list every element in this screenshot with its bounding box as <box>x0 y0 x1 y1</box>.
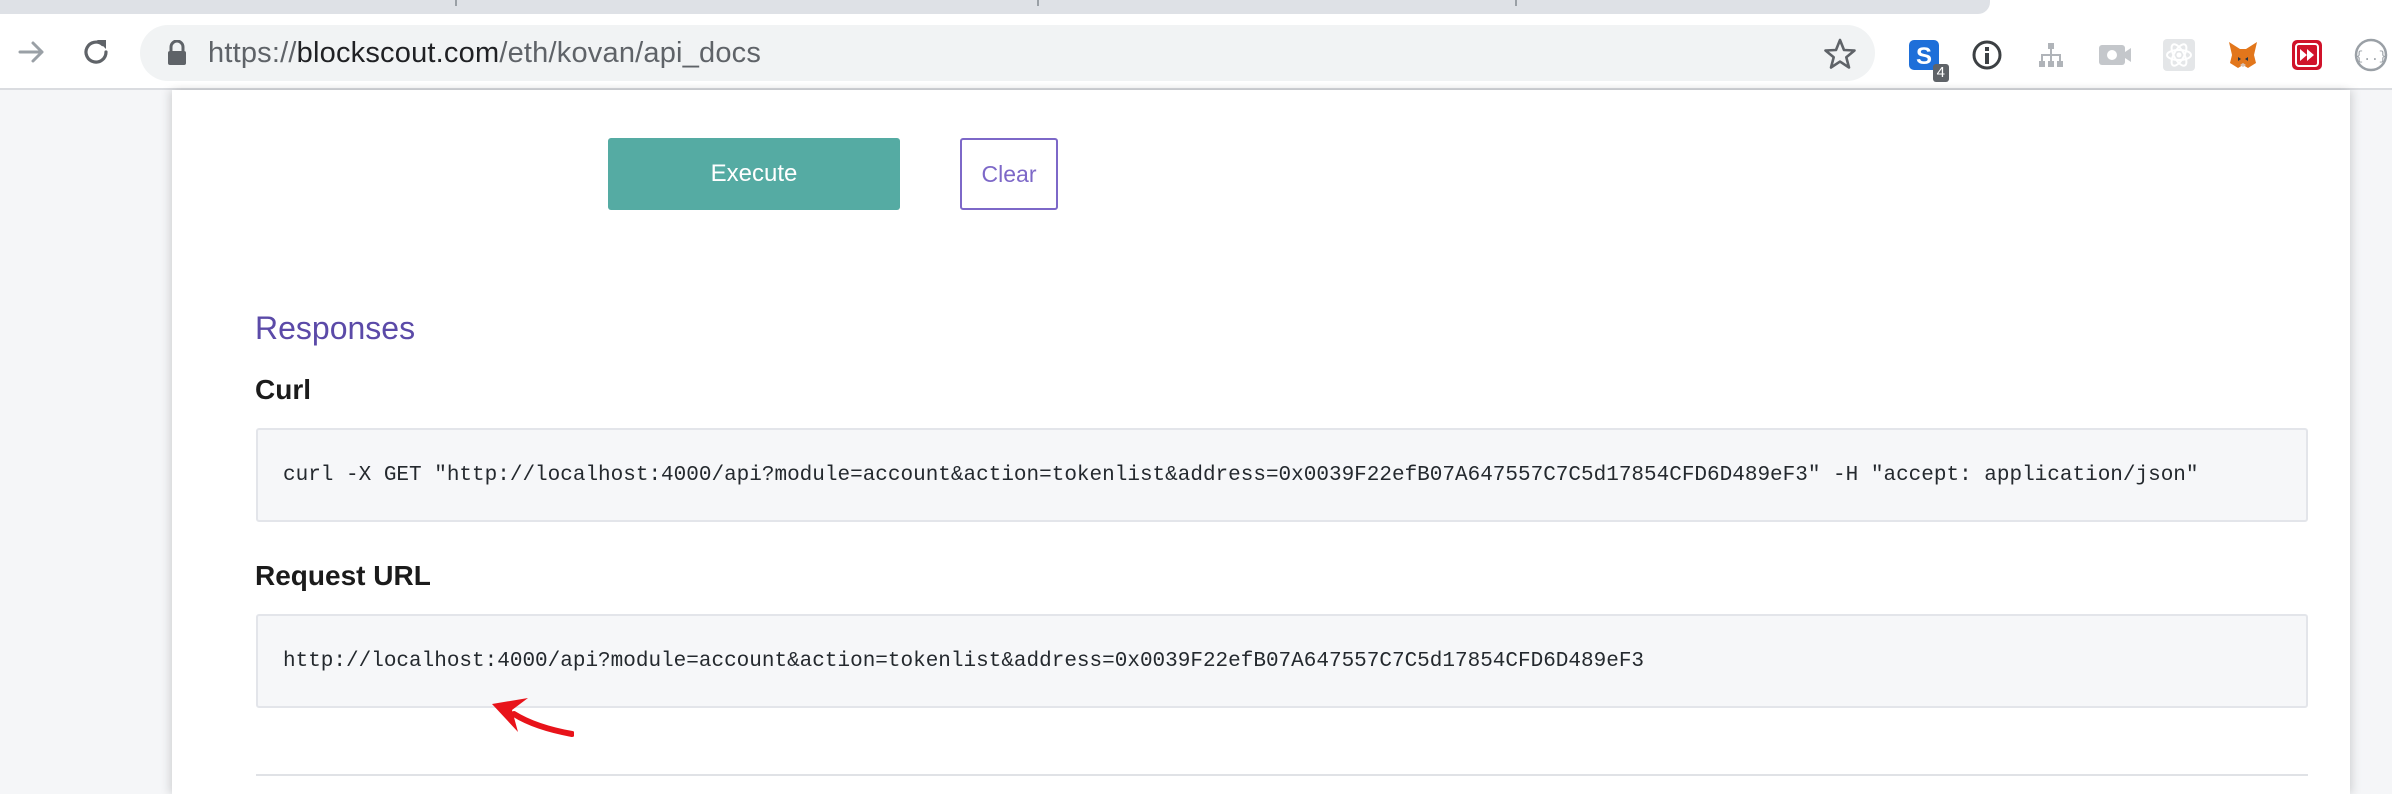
fast-forward-icon[interactable] <box>2288 36 2326 74</box>
s-extension-icon[interactable]: S 4 <box>1905 36 1949 82</box>
extension-badge: 4 <box>1932 64 1949 82</box>
camera-disabled-icon[interactable] <box>2096 36 2134 74</box>
react-glyph <box>2163 39 2195 71</box>
url-text: https://blockscout.com/eth/kovan/api_doc… <box>208 25 761 81</box>
fox-glyph <box>2229 42 2257 68</box>
address-bar[interactable]: https://blockscout.com/eth/kovan/api_doc… <box>140 25 1875 81</box>
metamask-fox-icon[interactable] <box>2224 36 2262 74</box>
execute-button[interactable]: Execute <box>608 138 900 210</box>
clear-button[interactable]: Clear <box>960 138 1058 210</box>
browser-toolbar: https://blockscout.com/eth/kovan/api_doc… <box>0 16 2392 90</box>
annotation-arrow-icon <box>492 698 574 737</box>
info-circle-glyph <box>1972 40 2002 70</box>
url-scheme: https:// <box>208 37 297 69</box>
camera-glyph <box>2099 45 2131 65</box>
curl-command-text: curl -X GET "http://localhost:4000/api?m… <box>283 463 2199 487</box>
url-domain: blockscout.com <box>296 37 500 69</box>
svg-text:{..}: {..} <box>2355 49 2386 64</box>
curl-command-box[interactable]: curl -X GET "http://localhost:4000/api?m… <box>256 428 2308 522</box>
reload-icon <box>84 40 108 64</box>
braces-glyph: {..} <box>2354 38 2388 72</box>
lock-icon <box>168 40 186 65</box>
forward-button[interactable] <box>10 30 54 74</box>
react-devtools-icon[interactable] <box>2160 36 2198 74</box>
tab-separator <box>1515 0 1517 6</box>
json-braces-icon[interactable]: {..} <box>2352 36 2390 74</box>
request-url-label: Request URL <box>255 560 431 591</box>
tab-separator <box>455 0 457 6</box>
section-divider <box>256 774 2308 776</box>
reload-button[interactable] <box>74 30 118 74</box>
url-path: /eth/kovan/api_docs <box>499 37 762 69</box>
fast-forward-glyph <box>2292 40 2322 70</box>
curl-label: Curl <box>255 374 311 405</box>
arrow-right-icon <box>18 41 44 63</box>
bookmark-star-icon[interactable] <box>1823 37 1857 71</box>
responses-heading: Responses <box>255 310 416 346</box>
tab-strip-background <box>0 0 1990 14</box>
sitemap-glyph <box>2039 43 2063 67</box>
tab-strip <box>0 0 2392 16</box>
request-url-text: http://localhost:4000/api?module=account… <box>283 649 1645 673</box>
info-circle-icon[interactable] <box>1968 36 2006 74</box>
api-docs-panel: Execute Clear Responses Curl curl -X GET… <box>172 90 2350 794</box>
sitemap-icon[interactable] <box>2032 36 2070 74</box>
tab-separator <box>1037 0 1039 6</box>
svg-text:S: S <box>1916 43 1932 70</box>
